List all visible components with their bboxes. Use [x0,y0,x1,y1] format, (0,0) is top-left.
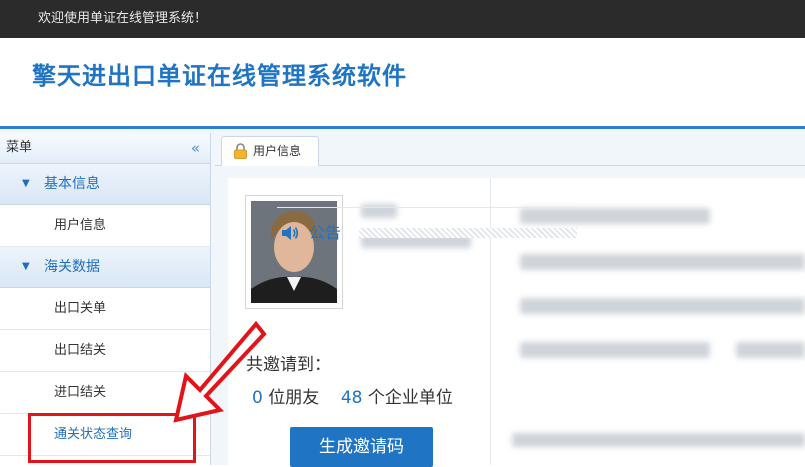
sidebar-title: 菜单 [6,140,33,155]
generate-invite-code-button[interactable]: 生成邀请码 [290,427,433,467]
blurred-info-line [520,298,805,314]
welcome-text: 欢迎使用单证在线管理系统！ [38,11,208,26]
blurred-info-line [736,342,805,358]
speaker-icon [282,226,299,240]
tab-user-info[interactable]: 用户信息 [221,136,319,166]
header: 擎天进出口单证在线管理系统软件 [0,38,805,126]
blurred-notice-line [512,433,805,447]
notice-divider [277,207,577,208]
tab-label: 用户信息 [253,144,302,158]
companies-label: 个企业单位 [367,388,453,408]
caret-down-icon: ▼ [22,261,30,272]
top-bar: 欢迎使用单证在线管理系统！ [0,0,805,38]
tab-bar: 用户信息 [215,133,805,166]
friends-label: 位朋友 [268,388,320,408]
avatar-photo [251,201,337,303]
sidebar-group-customs-data[interactable]: ▼ 海关数据 [0,247,210,288]
collapse-icon[interactable]: « [191,133,200,163]
avatar [251,201,337,303]
blurred-info-line [520,254,805,270]
sidebar-item-user-info[interactable]: 用户信息 [0,205,210,247]
group-label: 基本信息 [44,176,100,192]
invite-stats: 0 位朋友 48 个企业单位 [252,383,453,408]
avatar-frame [245,195,343,309]
sidebar-header: 菜单 « [0,133,210,164]
blurred-info-line [520,342,710,358]
lock-icon [234,143,247,159]
caret-down-icon: ▼ [22,178,30,189]
arrow-annotation-icon [173,320,267,423]
app-title: 擎天进出口单证在线管理系统软件 [32,62,407,90]
notice-hatch [359,228,577,238]
notice-header: 公告 [281,222,577,244]
notice-label: 公告 [309,223,342,242]
sidebar-group-basic-info[interactable]: ▼ 基本信息 [0,164,210,205]
group-label: 海关数据 [44,259,100,275]
companies-count: 48 [340,388,363,408]
